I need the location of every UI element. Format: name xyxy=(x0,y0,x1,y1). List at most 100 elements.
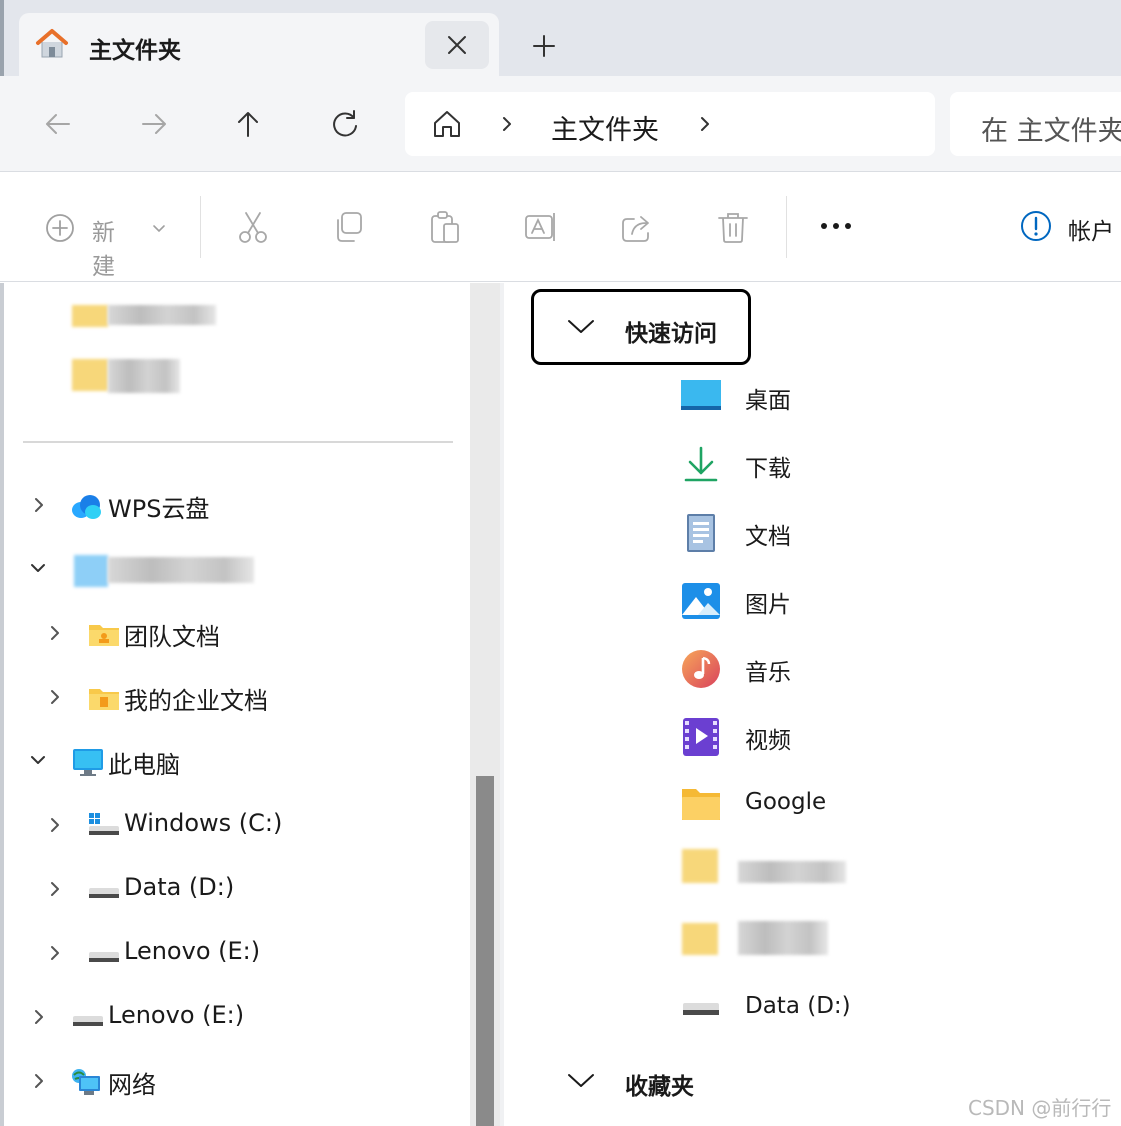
account-label[interactable]: 帐户 xyxy=(1068,212,1114,246)
chevron-down-icon[interactable] xyxy=(566,1069,596,1091)
chevron-right-icon[interactable] xyxy=(46,879,64,899)
new-tab-button[interactable] xyxy=(520,26,568,66)
list-item-blurred[interactable] xyxy=(680,919,980,963)
item-label: 下载 xyxy=(745,456,791,482)
blurred-folder-icon xyxy=(682,923,718,955)
list-item[interactable]: 桌面 xyxy=(680,377,980,421)
chevron-right-icon[interactable] xyxy=(46,623,64,643)
search-placeholder: 在 主文件夹 xyxy=(981,116,1121,147)
chevron-right-icon[interactable] xyxy=(30,1007,48,1027)
blurred-label xyxy=(738,861,846,883)
item-label: 图片 xyxy=(745,592,791,618)
content-pane: 快速访问 桌面 下载 文档 图片 音乐 视频 Google Data (D:) … xyxy=(504,283,1121,1126)
arrow-up-icon xyxy=(238,112,258,137)
folder-icon xyxy=(682,789,720,820)
blurred-item[interactable] xyxy=(108,305,216,325)
team-folder-icon xyxy=(89,625,119,646)
chevron-right-icon[interactable] xyxy=(46,687,64,707)
sidebar-scrollbar-thumb[interactable] xyxy=(476,776,494,1126)
list-item[interactable]: 图片 xyxy=(680,581,980,625)
tab-title: 主文件夹 xyxy=(89,38,181,64)
sidebar-item-label: 我的企业文档 xyxy=(124,687,268,715)
chevron-down-icon[interactable] xyxy=(566,315,596,337)
sidebar-item-label: 此电脑 xyxy=(108,751,180,779)
list-item[interactable]: Google xyxy=(680,785,980,829)
list-item[interactable]: 文档 xyxy=(680,513,980,557)
tab-strip: 主文件夹 xyxy=(0,0,1121,76)
list-item[interactable]: Data (D:) xyxy=(680,989,980,1033)
sidebar-item-label: 网络 xyxy=(108,1071,156,1099)
new-button-label: 新建 xyxy=(92,220,115,280)
enterprise-folder-icon xyxy=(89,689,119,710)
separator xyxy=(786,196,787,258)
chevron-right-icon[interactable] xyxy=(30,1071,48,1091)
plus-icon xyxy=(533,35,555,57)
sidebar-item-label: Windows (C:) xyxy=(124,809,283,837)
navigation-pane: WPS云盘 团队文档 我的企业文档 此电脑 Windows (C:) Data … xyxy=(0,283,470,1126)
list-item[interactable]: 视频 xyxy=(680,717,980,761)
delete-icon[interactable] xyxy=(716,210,750,244)
forward-button[interactable] xyxy=(134,104,174,144)
watermark: CSDN @前行行 xyxy=(968,1096,1112,1120)
back-button[interactable] xyxy=(38,104,78,144)
favorites-header[interactable]: 收藏夹 xyxy=(625,1067,694,1101)
item-label: 桌面 xyxy=(745,388,791,414)
address-bar[interactable]: 主文件夹 xyxy=(405,92,935,156)
breadcrumb-home-folder[interactable]: 主文件夹 xyxy=(551,108,659,147)
share-icon[interactable] xyxy=(620,210,654,244)
drive-icon xyxy=(89,888,119,898)
paste-icon[interactable] xyxy=(428,210,462,244)
list-item[interactable]: 下载 xyxy=(680,445,980,489)
chevron-right-icon[interactable] xyxy=(497,114,517,134)
quick-access-header[interactable]: 快速访问 xyxy=(625,314,717,348)
chevron-right-icon[interactable] xyxy=(46,815,64,835)
refresh-icon xyxy=(333,112,357,137)
blurred-item[interactable] xyxy=(108,359,180,393)
chevron-down-icon[interactable] xyxy=(28,559,48,577)
sidebar-item-label: Data (D:) xyxy=(124,873,235,901)
new-button[interactable]: 新建 xyxy=(44,212,165,280)
more-options-icon[interactable] xyxy=(818,214,854,238)
chevron-right-icon[interactable] xyxy=(30,495,48,515)
copy-icon[interactable] xyxy=(332,210,366,244)
download-icon xyxy=(684,446,718,482)
window-edge xyxy=(0,0,4,76)
chevron-right-icon[interactable] xyxy=(695,114,715,134)
chevron-right-icon[interactable] xyxy=(46,943,64,963)
drive-icon xyxy=(683,1003,719,1015)
sidebar-item-network[interactable]: 网络 xyxy=(0,1065,460,1101)
separator xyxy=(200,196,201,258)
tab-home-folder[interactable]: 主文件夹 xyxy=(19,13,499,76)
home-outline-icon[interactable] xyxy=(431,108,463,140)
blurred-icon xyxy=(74,555,108,587)
chevron-down-icon xyxy=(153,225,165,233)
close-tab-button[interactable] xyxy=(425,21,489,69)
sidebar-item-lenovo-e-removable[interactable]: Lenovo (E:) xyxy=(0,1001,460,1037)
search-box[interactable]: 在 主文件夹 xyxy=(950,92,1121,156)
sidebar-item-wps-cloud[interactable]: WPS云盘 xyxy=(0,489,460,525)
pictures-icon xyxy=(682,583,720,619)
sidebar-item-windows-c[interactable]: Windows (C:) xyxy=(0,809,460,845)
sidebar-item-team-docs[interactable]: 团队文档 xyxy=(0,617,460,653)
blurred-folder-icon xyxy=(72,305,108,327)
sidebar-item-blurred-account[interactable] xyxy=(0,553,460,589)
plus-circle-icon xyxy=(46,214,74,242)
chevron-down-icon[interactable] xyxy=(28,751,48,769)
sidebar-item-lenovo-e[interactable]: Lenovo (E:) xyxy=(0,937,460,973)
list-item[interactable]: 音乐 xyxy=(680,649,980,693)
wps-cloud-icon xyxy=(72,495,101,519)
sidebar-item-enterprise-docs[interactable]: 我的企业文档 xyxy=(0,681,460,717)
cut-icon[interactable] xyxy=(236,210,270,244)
item-label: 文档 xyxy=(745,524,791,550)
sidebar-item-this-pc[interactable]: 此电脑 xyxy=(0,745,460,781)
list-item-blurred[interactable] xyxy=(680,847,980,891)
up-button[interactable] xyxy=(228,104,268,144)
desktop-icon xyxy=(681,380,721,410)
rename-icon[interactable] xyxy=(524,210,558,244)
refresh-button[interactable] xyxy=(325,104,365,144)
info-icon[interactable] xyxy=(1020,210,1052,242)
sidebar-item-data-d[interactable]: Data (D:) xyxy=(0,873,460,909)
sidebar-item-label: 团队文档 xyxy=(124,623,220,651)
blurred-folder-icon xyxy=(682,849,718,883)
blurred-label xyxy=(108,557,254,583)
